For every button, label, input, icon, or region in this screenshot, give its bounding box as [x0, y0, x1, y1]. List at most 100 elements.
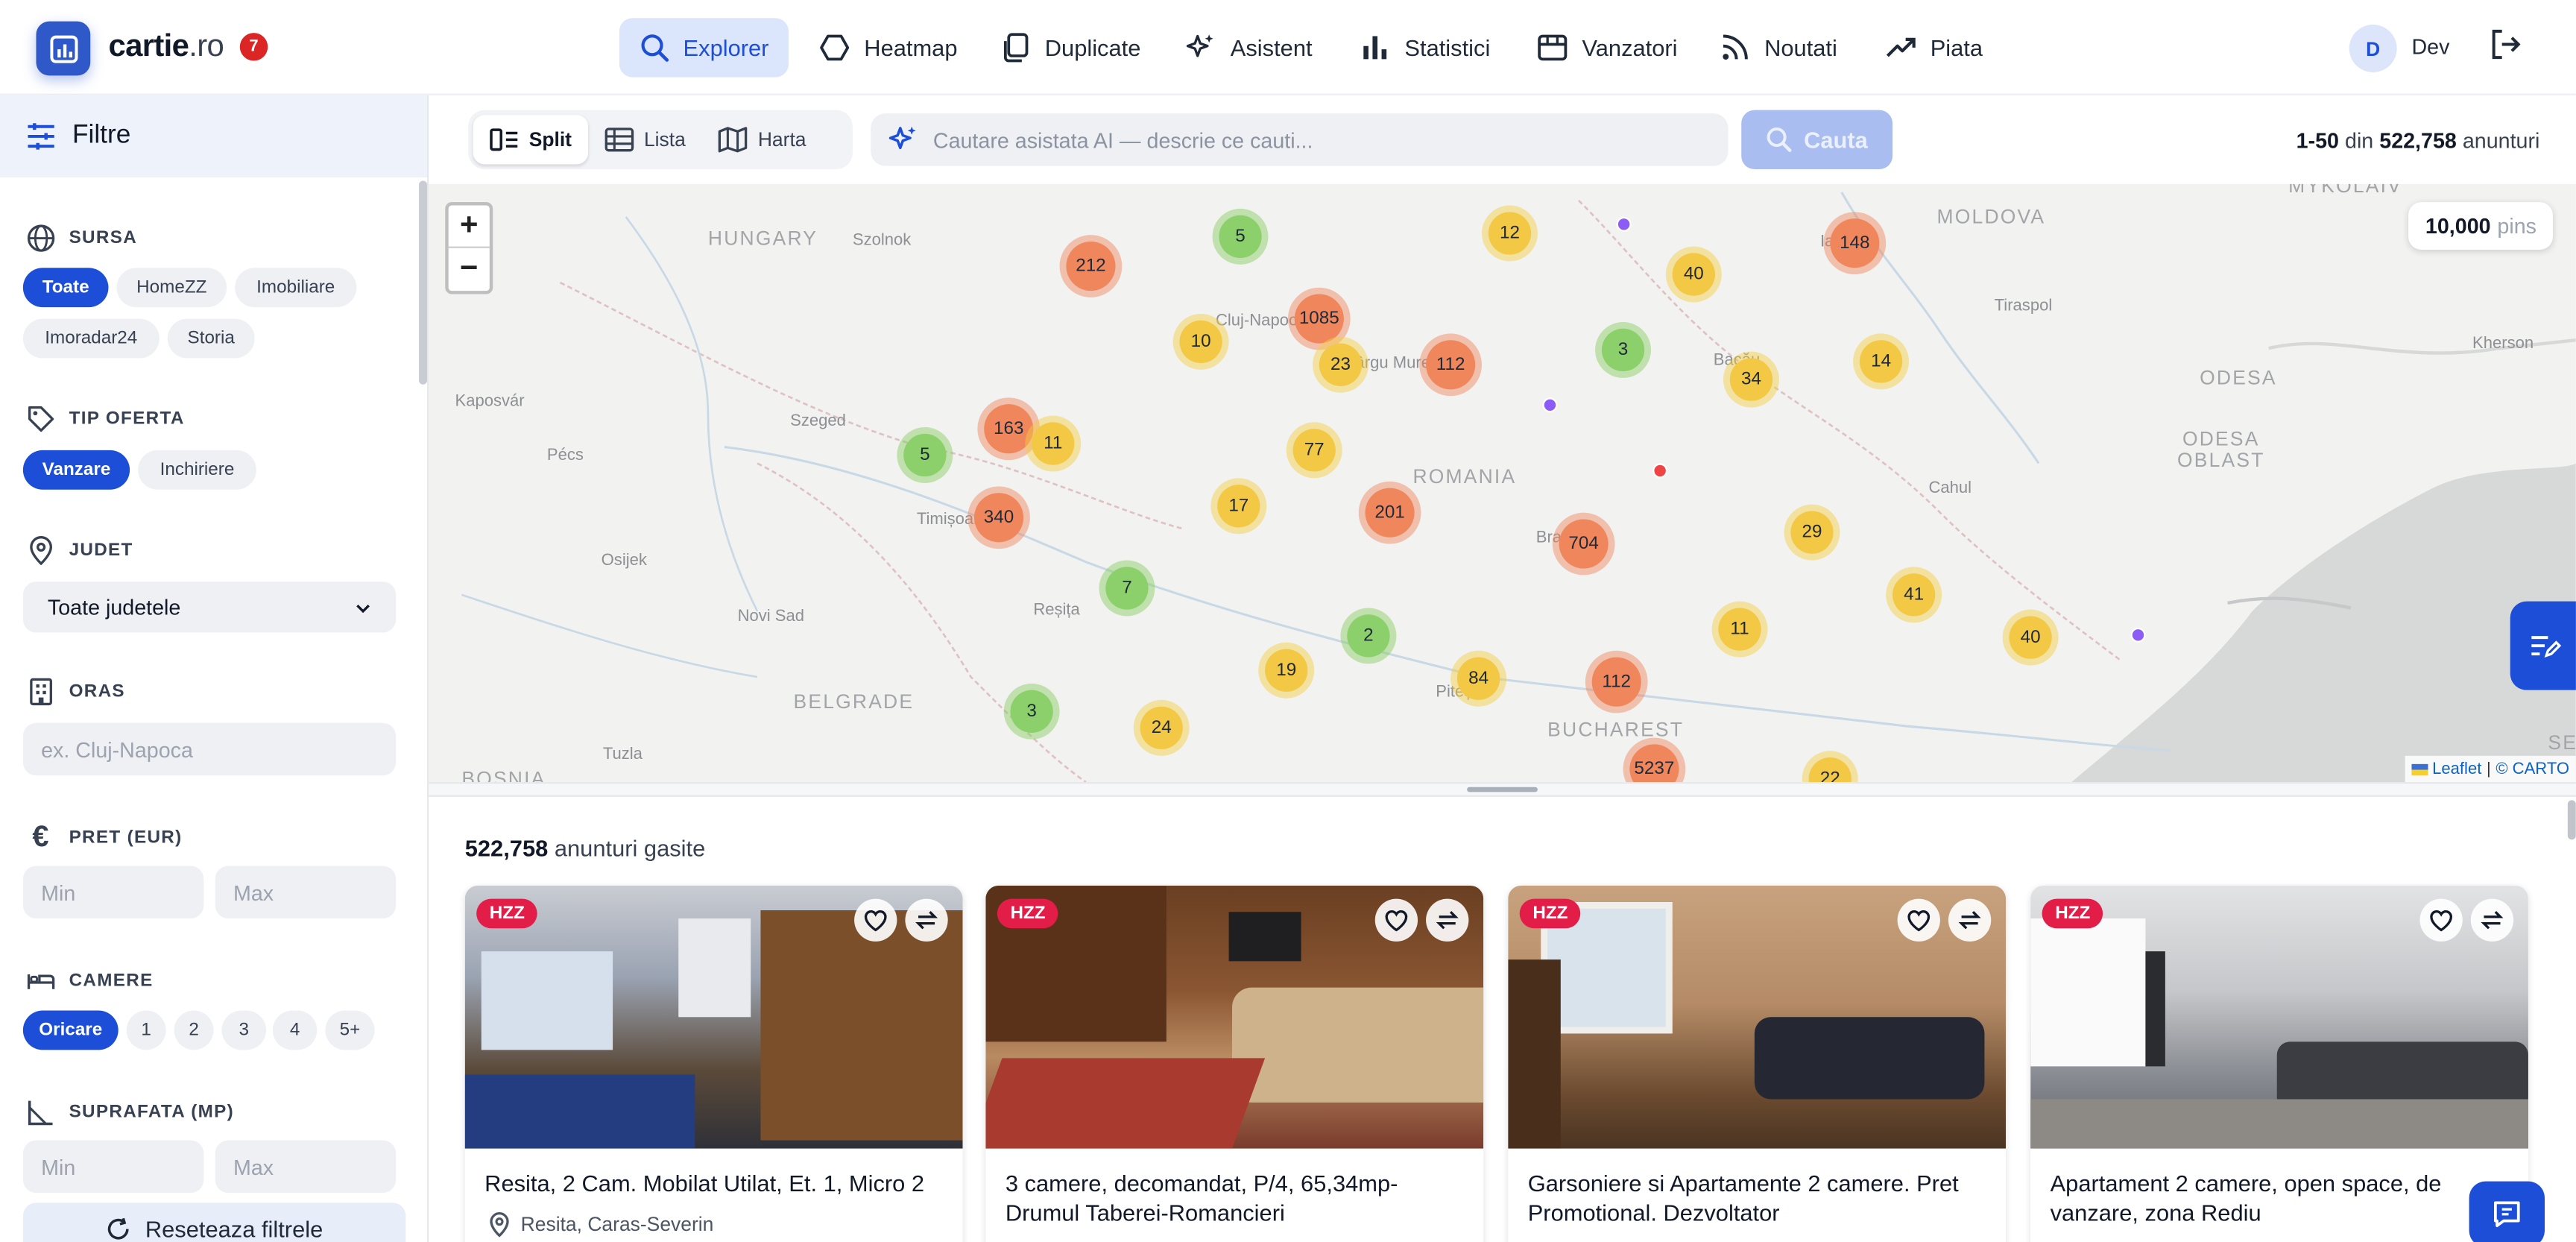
listing-photo[interactable]: HZZ [2030, 885, 2528, 1149]
map-cluster[interactable]: 5 [897, 427, 953, 483]
listing-photo[interactable]: HZZ [985, 885, 1484, 1149]
map-cluster[interactable]: 7 [1099, 560, 1155, 617]
map-cluster[interactable]: 10 [1172, 313, 1229, 370]
compare-button[interactable] [1948, 898, 1992, 942]
edit-list-button[interactable] [2510, 601, 2576, 690]
logout-icon[interactable] [2487, 26, 2523, 66]
map-pin[interactable] [2130, 627, 2146, 643]
chip-camere-3[interactable]: 3 [221, 1010, 267, 1050]
zoom-in-button[interactable]: + [448, 206, 490, 248]
resize-grip[interactable] [1467, 787, 1538, 792]
map-cluster[interactable]: 40 [1665, 246, 1722, 303]
map-pin[interactable] [1652, 463, 1668, 479]
map-cluster[interactable]: 340 [967, 486, 1030, 549]
carto-link[interactable]: © CARTO [2496, 760, 2569, 778]
chip-sursa-toate[interactable]: Toate [22, 268, 109, 308]
map-cluster[interactable]: 14 [1853, 333, 1910, 390]
listing-card[interactable]: HZZ 3 camere, decomandat, P/4, 65,34mp-D… [985, 885, 1484, 1242]
nav-explorer[interactable]: Explorer [619, 18, 789, 78]
nav-statistici[interactable]: Statistici [1339, 18, 1509, 77]
map-pin[interactable] [1616, 216, 1632, 232]
sidebar-scrollbar[interactable] [419, 180, 428, 385]
map-cluster[interactable]: 3 [1003, 683, 1060, 740]
chip-sursa-imobiliare[interactable]: Imobiliare [235, 268, 357, 308]
nav-noutati[interactable]: Noutati [1699, 18, 1857, 77]
filter-header[interactable]: Filtre [0, 95, 428, 178]
map-cluster[interactable]: 212 [1059, 235, 1123, 297]
results-scrollbar[interactable] [2567, 800, 2576, 840]
leaflet-link[interactable]: Leaflet [2432, 760, 2481, 778]
map-cluster[interactable]: 17 [1210, 478, 1267, 535]
map-cluster[interactable]: 2 [1340, 608, 1397, 664]
listing-title[interactable]: 3 camere, decomandat, P/4, 65,34mp-Drumu… [1006, 1168, 1472, 1227]
nav-piata[interactable]: Piata [1865, 18, 2003, 77]
listing-title[interactable]: Resita, 2 Cam. Mobilat Utilat, Et. 1, Mi… [484, 1168, 951, 1198]
view-split-button[interactable]: Split [473, 115, 589, 165]
chip-camere-1[interactable]: 1 [126, 1010, 166, 1050]
split-resize-handle[interactable] [429, 782, 2576, 797]
map-cluster[interactable]: 84 [1450, 650, 1507, 707]
chip-camere-oricare[interactable]: Oricare [22, 1010, 119, 1050]
chip-sursa-homezz[interactable]: HomeZZ [116, 268, 227, 308]
map-cluster[interactable]: 112 [1419, 333, 1483, 397]
listing-card[interactable]: HZZ Garsoniere si Apartamente 2 camere. … [1508, 885, 2007, 1242]
chip-sursa-imoradar24[interactable]: Imoradar24 [22, 318, 160, 359]
chip-camere-4[interactable]: 4 [272, 1010, 318, 1050]
view-harta-button[interactable]: Harta [702, 115, 823, 164]
compare-button[interactable] [1426, 898, 1469, 942]
listing-card[interactable]: HZZ Resita, 2 Cam. Mobilat Utilat, Et. 1… [464, 885, 963, 1242]
map-cluster[interactable]: 23 [1312, 336, 1368, 393]
chat-button[interactable] [2469, 1181, 2545, 1242]
username[interactable]: Dev [2411, 34, 2449, 59]
listing-card[interactable]: HZZ Apartament 2 camere, open space, de … [2030, 885, 2528, 1242]
listing-photo[interactable]: HZZ [1508, 885, 2007, 1149]
search-button[interactable]: Cauta [1741, 110, 1893, 170]
suprafata-min-input[interactable]: Min [22, 1140, 204, 1194]
nav-heatmap[interactable]: Heatmap [798, 18, 977, 77]
favorite-button[interactable] [854, 898, 897, 942]
compare-button[interactable] [2470, 898, 2514, 942]
listing-title[interactable]: Garsoniere si Apartamente 2 camere. Pret… [1528, 1168, 1995, 1227]
logo-icon[interactable] [36, 21, 91, 76]
favorite-button[interactable] [2419, 898, 2463, 942]
listing-title[interactable]: Apartament 2 camere, open space, de vanz… [2051, 1168, 2517, 1227]
map-cluster[interactable]: 29 [1784, 504, 1840, 561]
chip-camere-2[interactable]: 2 [174, 1010, 214, 1050]
map-cluster[interactable]: 41 [1886, 567, 1942, 623]
map-cluster[interactable]: 5 [1212, 208, 1269, 265]
chip-inchiriere[interactable]: Inchiriere [138, 450, 256, 490]
map-cluster[interactable]: 704 [1552, 512, 1615, 576]
map-cluster[interactable]: 11 [1025, 415, 1082, 472]
zoom-out-button[interactable]: − [449, 248, 490, 291]
favorite-button[interactable] [1897, 898, 1940, 942]
judet-select[interactable]: Toate judetele [22, 581, 397, 633]
chip-vanzare[interactable]: Vanzare [22, 450, 130, 490]
map-cluster[interactable]: 201 [1358, 481, 1421, 544]
oras-input[interactable]: ex. Cluj-Napoca [22, 722, 397, 776]
chip-camere-5plus[interactable]: 5+ [325, 1010, 375, 1050]
map-cluster[interactable]: 11 [1711, 601, 1768, 658]
map-pin[interactable] [1542, 397, 1558, 413]
compare-button[interactable] [905, 898, 948, 942]
pret-max-input[interactable]: Max [215, 866, 397, 919]
map-cluster[interactable]: 34 [1723, 351, 1779, 408]
map-cluster[interactable]: 148 [1823, 212, 1887, 275]
map-cluster[interactable]: 3 [1595, 321, 1652, 378]
map-view[interactable]: HUNGARY Szolnok Kaposvár Pécs Szeged Osi… [429, 183, 2576, 783]
suprafata-max-input[interactable]: Max [215, 1140, 397, 1194]
map-cluster[interactable]: 112 [1585, 650, 1648, 713]
reset-filters-button[interactable]: Reseteaza filtrele [22, 1202, 406, 1242]
pret-min-input[interactable]: Min [22, 866, 204, 919]
favorite-button[interactable] [1374, 898, 1418, 942]
map-cluster[interactable]: 77 [1286, 422, 1342, 479]
nav-duplicate[interactable]: Duplicate [979, 18, 1161, 77]
brand-name[interactable]: cartie.ro [108, 30, 224, 66]
map-cluster[interactable]: 19 [1258, 642, 1315, 699]
notification-badge[interactable]: 7 [239, 33, 268, 61]
chip-sursa-storia[interactable]: Storia [167, 318, 255, 359]
avatar[interactable]: D [2349, 25, 2397, 72]
ai-search-input[interactable] [932, 127, 1705, 152]
listing-photo[interactable]: HZZ [464, 885, 963, 1149]
view-lista-button[interactable]: Lista [588, 115, 702, 164]
map-cluster[interactable]: 12 [1482, 205, 1538, 262]
